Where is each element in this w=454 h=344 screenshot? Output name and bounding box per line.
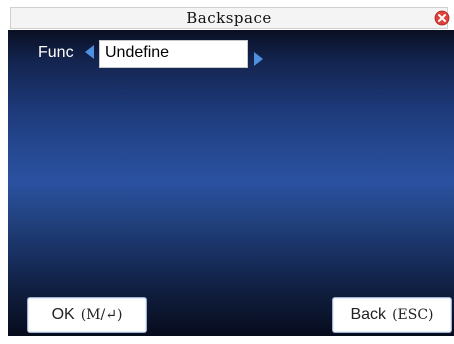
triangle-left-icon[interactable] [85, 45, 94, 59]
func-label: Func [38, 44, 74, 61]
main-panel: Func Undefine [8, 30, 454, 336]
close-icon[interactable] [434, 10, 450, 26]
title-bar: Backspace [10, 7, 450, 29]
device-screen: Backspace Func Undefine OK (M/↵) Back (E… [0, 0, 454, 344]
func-select[interactable]: Undefine [99, 40, 248, 68]
triangle-right-icon[interactable] [254, 52, 263, 66]
back-button[interactable]: Back (ESC) [332, 297, 452, 333]
window-title: Backspace [186, 9, 272, 27]
ok-button[interactable]: OK (M/↵) [27, 297, 147, 333]
ok-button-label: OK [51, 306, 75, 323]
back-button-key: (ESC) [392, 307, 434, 323]
ok-button-key: (M/↵) [80, 307, 123, 323]
back-button-label: Back [350, 306, 387, 323]
